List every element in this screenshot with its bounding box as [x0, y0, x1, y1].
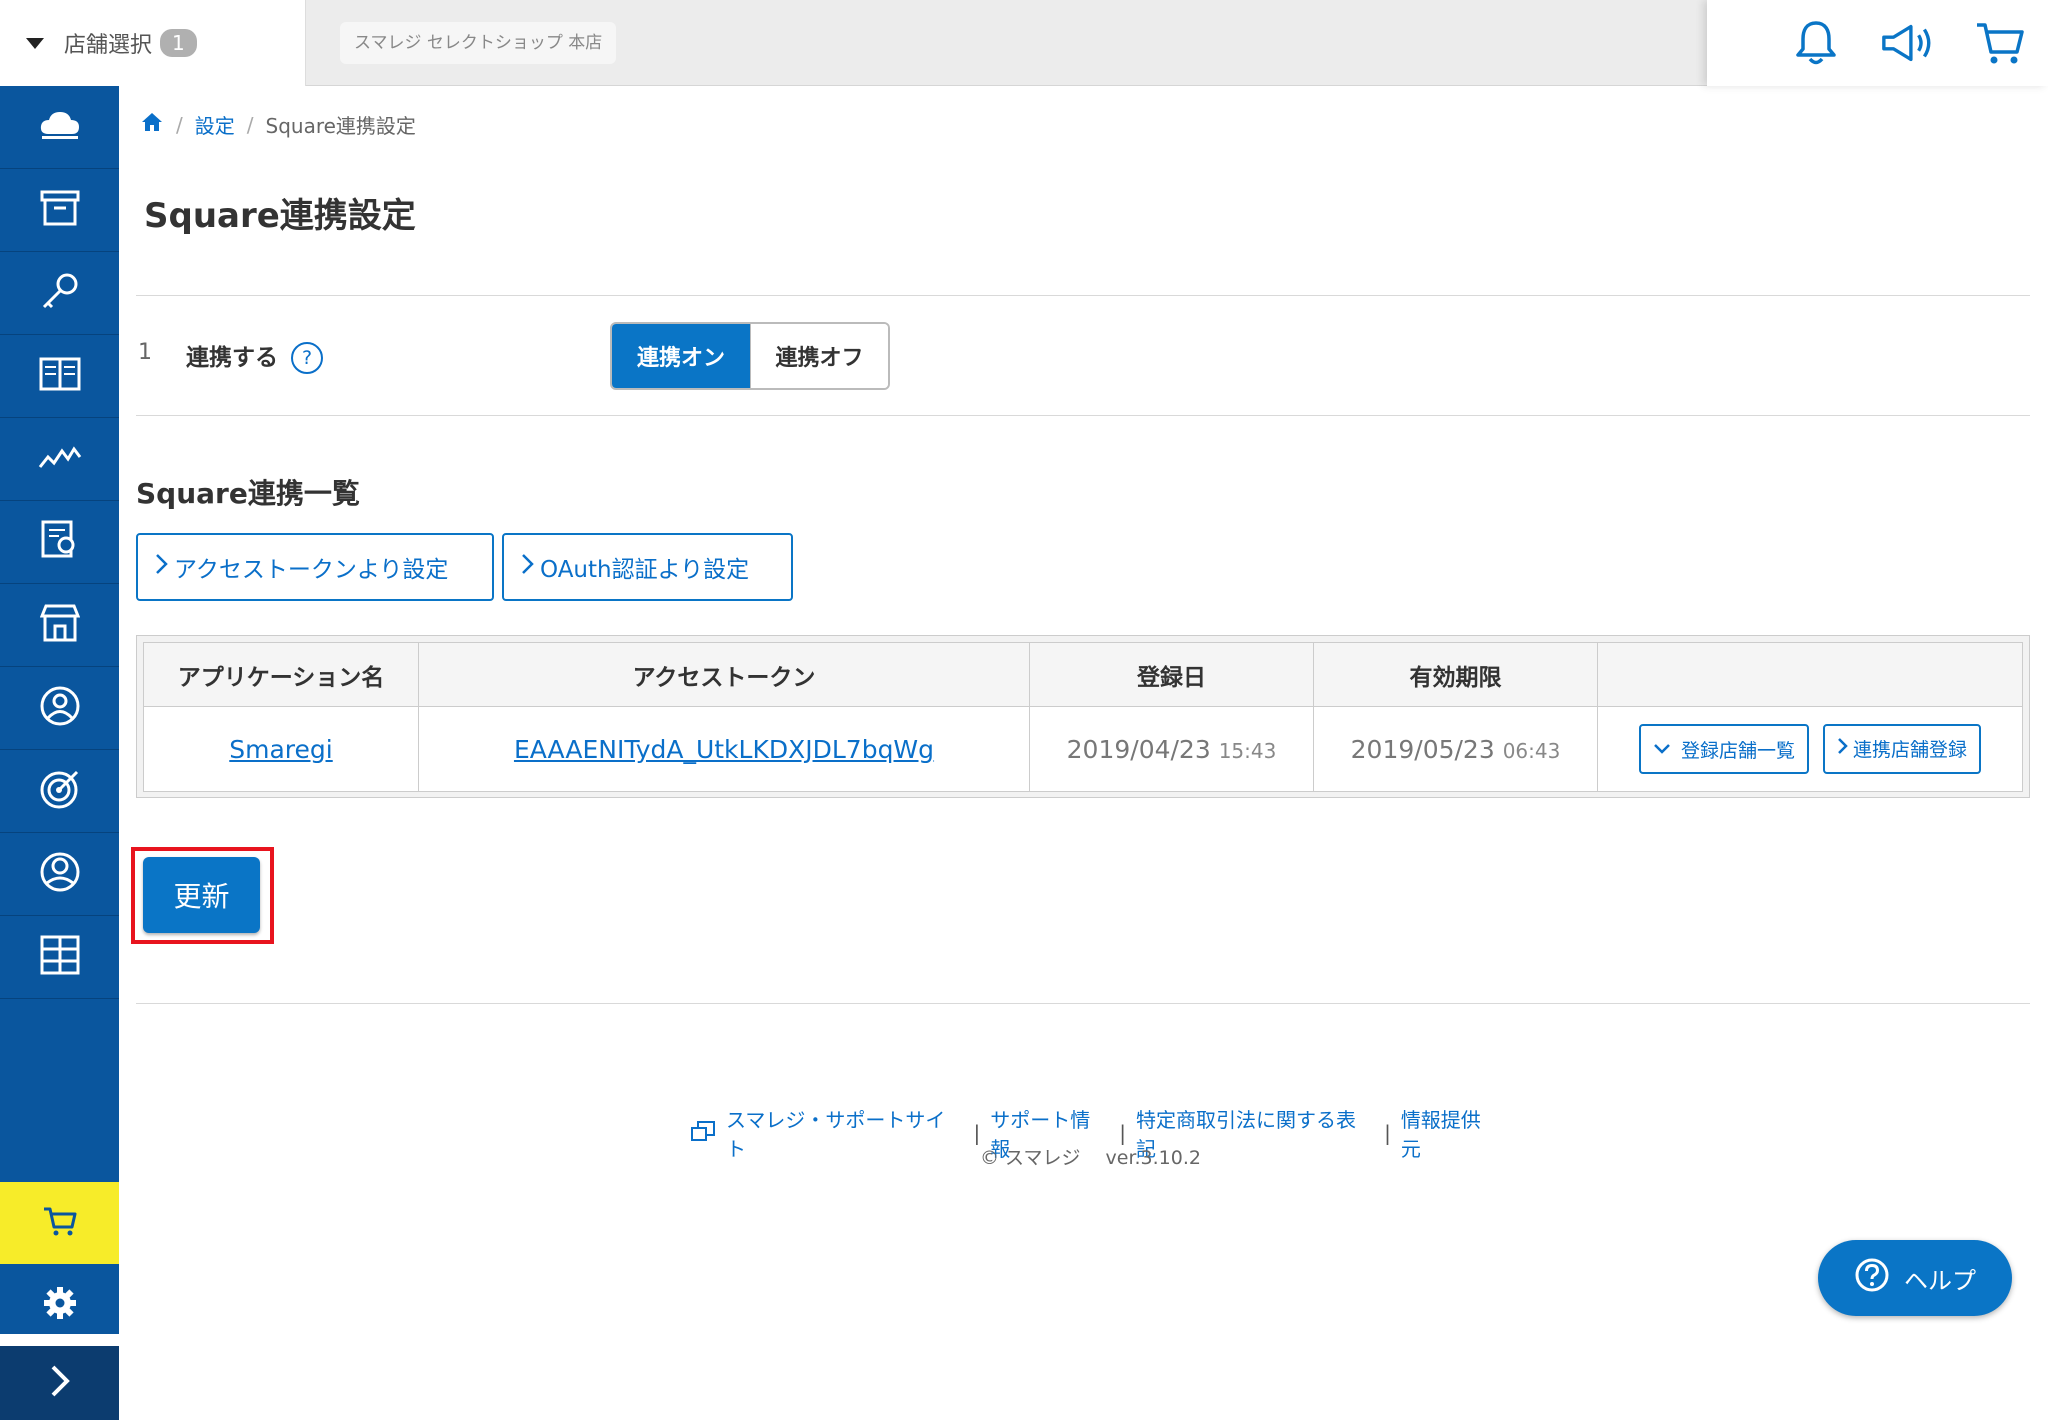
expiration-time: 06:43: [1502, 738, 1561, 763]
sidebar-item-archive[interactable]: [0, 169, 119, 252]
copyright-version: © スマレジ ver.3.10.2: [980, 1147, 1201, 1169]
update-button[interactable]: 更新: [143, 857, 260, 933]
column-header: アプリケーション名: [143, 642, 419, 707]
sidebar-item-report[interactable]: [0, 501, 119, 584]
registration-date-cell: 2019/04/23 15:43: [1029, 706, 1314, 792]
staff-user-icon: [39, 685, 81, 731]
sidebar-item-staff[interactable]: [0, 667, 119, 750]
help-label: ヘルプ: [1904, 1266, 1976, 1295]
app-name-link[interactable]: Smaregi: [229, 735, 332, 764]
link-store-register-label: 連携店舗登録: [1852, 739, 1967, 762]
breadcrumb-separator: /: [176, 112, 183, 137]
report-search-icon: [41, 520, 79, 564]
table-header-row: アプリケーション名 アクセストークン 登録日 有効期限: [143, 642, 2023, 707]
setting-number: 1: [138, 340, 152, 365]
cart-icon: [42, 1205, 78, 1241]
square-link-table: アプリケーション名 アクセストークン 登録日 有効期限 Smaregi EAAA…: [136, 635, 2030, 798]
registration-date: 2019/04/23: [1066, 734, 1211, 764]
chevron-right-icon: [154, 553, 168, 581]
oauth-setup-label: OAuth認証より設定: [540, 557, 750, 583]
key-icon: [40, 271, 80, 315]
information-provider-link[interactable]: 情報提供元: [1401, 1104, 1500, 1162]
token-cell: EAAAENITydA_UtkLKDXJDL7bqWg: [418, 706, 1030, 792]
bell-icon[interactable]: [1788, 15, 1844, 71]
question-circle-icon: [1854, 1257, 1890, 1299]
page-title: Square連携設定: [144, 196, 416, 236]
help-button[interactable]: ヘルプ: [1818, 1240, 2012, 1316]
megaphone-icon[interactable]: [1880, 15, 1936, 71]
link-off-button[interactable]: 連携オフ: [750, 324, 888, 388]
breadcrumb-separator: /: [246, 112, 254, 137]
sidebar-item-analytics[interactable]: [0, 418, 119, 501]
archive-box-icon: [40, 190, 80, 230]
breadcrumb: / 設定 / Square連携設定: [140, 110, 416, 139]
current-store-chip: スマレジ セレクトショップ 本店: [340, 22, 617, 64]
column-header: 登録日: [1029, 642, 1314, 707]
top-actions: [1707, 0, 2048, 86]
footer-separator: |: [1384, 1121, 1391, 1145]
sidebar-item-cart[interactable]: [0, 1182, 119, 1264]
divider: [136, 1003, 2030, 1004]
help-question-icon[interactable]: ?: [291, 342, 323, 374]
table-row: Smaregi EAAAENITydA_UtkLKDXJDL7bqWg 2019…: [143, 706, 2023, 792]
home-icon[interactable]: [140, 111, 164, 138]
app-name-cell: Smaregi: [143, 706, 419, 792]
breadcrumb-settings-link[interactable]: 設定: [195, 110, 235, 139]
link-store-register-button[interactable]: 連携店舗登録: [1822, 723, 1981, 774]
chevron-right-icon: [49, 1364, 71, 1402]
breadcrumb-current: Square連携設定: [265, 114, 416, 138]
expiration-date: 2019/05/23: [1350, 734, 1495, 764]
sidebar-item-apps[interactable]: [0, 916, 119, 999]
setting-label: 連携する: [186, 345, 278, 371]
access-token-setup-button[interactable]: アクセストークンより設定: [136, 533, 494, 601]
access-token-link[interactable]: EAAAENITydA_UtkLKDXJDL7bqWg: [514, 735, 934, 764]
external-link-icon: [690, 1120, 716, 1147]
caret-down-icon: [26, 37, 44, 49]
column-header: [1597, 642, 2023, 707]
storefront-icon: [39, 604, 80, 646]
top-bar: 店舗選択 1 スマレジ セレクトショップ 本店: [0, 0, 2048, 86]
link-on-button[interactable]: 連携オン: [612, 324, 750, 388]
store-select-label: 店舗選択: [64, 33, 153, 58]
sidebar-expand-button[interactable]: [0, 1346, 119, 1420]
chevron-right-icon: [520, 553, 534, 581]
column-header: アクセストークン: [418, 642, 1030, 707]
grid-icon: [40, 935, 80, 979]
book-icon: [39, 357, 81, 395]
store-select-dropdown[interactable]: 店舗選択 1: [0, 0, 306, 86]
column-header: 有効期限: [1313, 642, 1598, 707]
section-title: Square連携一覧: [136, 477, 360, 510]
registered-stores-label: 登録店舗一覧: [1681, 739, 1796, 762]
sidebar-item-cloud[interactable]: [0, 86, 119, 169]
sidebar-item-customer[interactable]: [0, 833, 119, 916]
oauth-setup-button[interactable]: OAuth認証より設定: [502, 533, 793, 601]
customer-user-icon: [39, 851, 81, 897]
actions-cell: 登録店舗一覧 連携店舗登録: [1597, 706, 2023, 792]
sidebar: [0, 86, 119, 1420]
cart-icon[interactable]: [1972, 15, 2028, 71]
divider: [136, 415, 2030, 416]
sidebar-item-book[interactable]: [0, 335, 119, 418]
sidebar-item-target[interactable]: [0, 750, 119, 833]
support-site-link[interactable]: スマレジ・サポートサイト: [726, 1104, 963, 1162]
footer-separator: |: [973, 1121, 981, 1145]
link-toggle: 連携オン 連携オフ: [610, 322, 890, 390]
divider: [136, 295, 2030, 296]
sidebar-item-key[interactable]: [0, 252, 119, 335]
access-token-setup-label: アクセストークンより設定: [174, 557, 449, 583]
expiration-date-cell: 2019/05/23 06:43: [1313, 706, 1598, 792]
footer-separator: |: [1119, 1121, 1126, 1145]
store-count-badge: 1: [160, 29, 197, 57]
line-chart-icon: [38, 443, 82, 475]
chevron-right-icon: [1837, 737, 1849, 760]
target-icon: [39, 768, 81, 814]
chevron-down-icon: [1653, 738, 1671, 760]
registration-time: 15:43: [1218, 738, 1277, 763]
gear-icon: [42, 1285, 78, 1325]
cloud-icon: [38, 108, 82, 146]
registered-stores-button[interactable]: 登録店舗一覧: [1639, 724, 1810, 775]
sidebar-item-store[interactable]: [0, 584, 119, 667]
